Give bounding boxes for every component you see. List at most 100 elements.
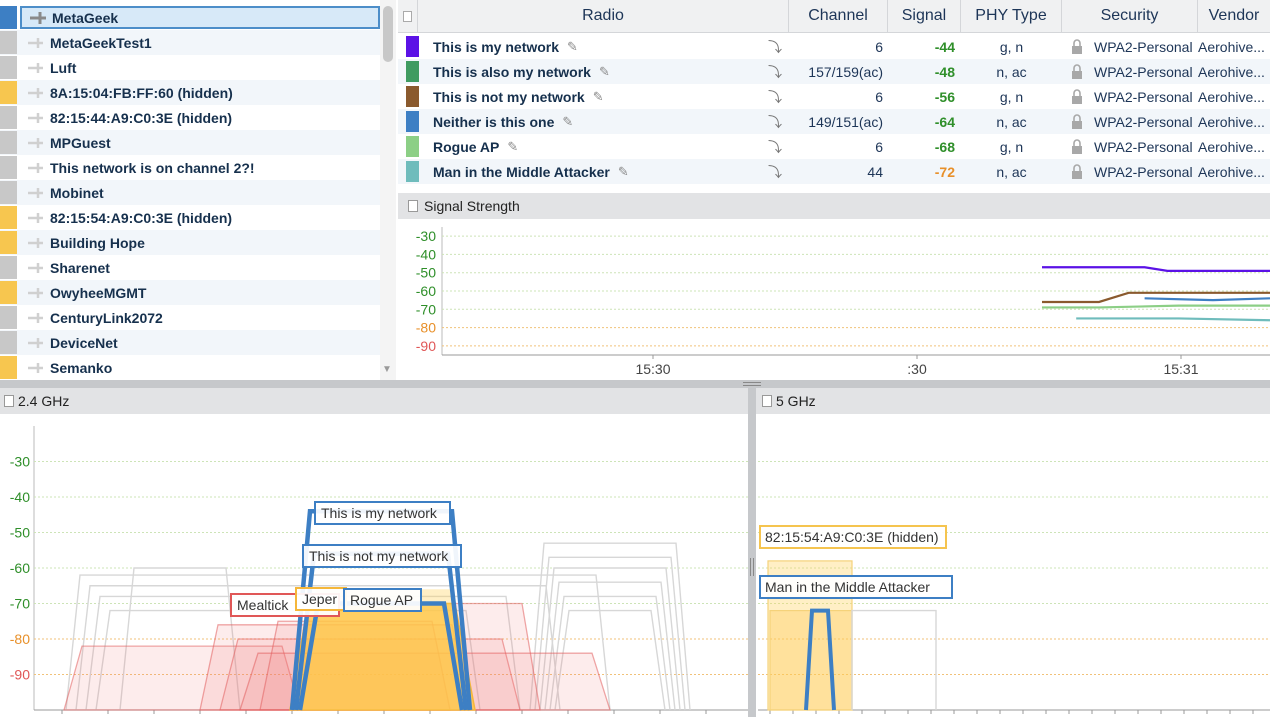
radio-color-swatch[interactable] (406, 86, 419, 107)
radio-color-swatch[interactable] (406, 61, 419, 82)
ssid-list-item[interactable]: Luft (0, 55, 380, 80)
radio-color-swatch[interactable] (406, 161, 419, 182)
radio-color-swatch[interactable] (406, 136, 419, 157)
table-row[interactable]: This is not my network ✎ ⤵ 6 -56 g, n WPA2-Per… (398, 84, 1270, 109)
y-tick-label: -60 (416, 283, 436, 299)
sort-arrow-icon[interactable]: ⤵ (768, 159, 782, 184)
ssid-list-scrollbar[interactable]: ▼ (380, 0, 396, 380)
pencil-icon[interactable]: ✎ (618, 164, 629, 180)
lock-icon (1070, 59, 1084, 84)
table-row[interactable]: Rogue AP ✎ ⤵ 6 -68 g, n WPA2-Personal Aerohive.… (398, 134, 1270, 159)
ssid-color-swatch[interactable] (0, 31, 17, 54)
radio-color-swatch[interactable] (406, 111, 419, 132)
horizontal-splitter[interactable] (0, 380, 1270, 388)
pin-icon[interactable] (20, 306, 50, 329)
pin-icon[interactable] (20, 56, 50, 79)
ssid-color-swatch[interactable] (0, 231, 17, 254)
pin-icon[interactable] (20, 331, 50, 354)
ssid-color-swatch[interactable] (0, 206, 17, 229)
pencil-icon[interactable]: ✎ (507, 139, 518, 155)
sort-arrow-icon[interactable]: ⤵ (768, 34, 782, 59)
ssid-list-item[interactable]: Sharenet (0, 255, 380, 280)
column-header-channel[interactable]: Channel (789, 0, 888, 33)
table-row[interactable]: Man in the Middle Attacker ✎ ⤵ 44 -72 n, ac WP… (398, 159, 1270, 184)
ssid-color-swatch[interactable] (0, 106, 17, 129)
radio-name-cell[interactable]: This is also my network ✎ (433, 59, 610, 84)
pin-icon[interactable] (20, 231, 50, 254)
ssid-color-swatch[interactable] (0, 356, 17, 379)
pencil-icon[interactable]: ✎ (562, 114, 573, 130)
vendor-cell: Aerohive... (1198, 38, 1265, 55)
label-mealtick: Mealtick (237, 597, 289, 613)
security-cell: WPA2-Personal (1094, 163, 1193, 180)
column-header-vendor[interactable]: Vendor (1198, 0, 1270, 33)
ssid-name: MPGuest (50, 134, 111, 151)
pin-icon[interactable] (20, 81, 50, 104)
ssid-list-item[interactable]: CenturyLink2072 (0, 305, 380, 330)
table-row[interactable]: This is my network ✎ ⤵ 6 -44 g, n WPA2-Persona… (398, 34, 1270, 59)
sort-arrow-icon[interactable]: ⤵ (768, 134, 782, 159)
pin-icon[interactable] (20, 256, 50, 279)
sort-arrow-icon[interactable]: ⤵ (768, 59, 782, 84)
pin-icon[interactable] (20, 281, 50, 304)
ssid-color-swatch[interactable] (0, 6, 17, 29)
ssid-color-swatch[interactable] (0, 181, 17, 204)
ssid-list-item[interactable]: Mobinet (0, 180, 380, 205)
radio-name-cell[interactable]: Neither is this one ✎ (433, 109, 573, 134)
radio-name-cell[interactable]: Man in the Middle Attacker ✎ (433, 159, 629, 184)
radio-name-cell[interactable]: Rogue AP ✎ (433, 134, 518, 159)
radio-name: This is my network (433, 38, 560, 55)
ssid-list-item[interactable]: 82:15:54:A9:C0:3E (hidden) (0, 205, 380, 230)
column-header-signal[interactable]: Signal (888, 0, 961, 33)
vertical-splitter[interactable] (748, 388, 756, 717)
sort-arrow-icon[interactable]: ⤵ (768, 84, 782, 109)
table-options-header[interactable] (398, 0, 418, 33)
pin-icon[interactable] (20, 31, 50, 54)
signal-cell: -56 (934, 88, 955, 105)
radio-name-cell[interactable]: This is not my network ✎ (433, 84, 604, 109)
ssid-color-swatch[interactable] (0, 156, 17, 179)
ssid-list-item[interactable]: OwyheeMGMT (0, 280, 380, 305)
scroll-down-icon[interactable]: ▼ (382, 364, 392, 375)
ssid-list-item[interactable]: This network is on channel 2?! (0, 155, 380, 180)
pencil-icon[interactable]: ✎ (599, 64, 610, 80)
ssid-color-swatch[interactable] (0, 81, 17, 104)
table-row[interactable]: This is also my network ✎ ⤵ 157/159(ac) -48 n… (398, 59, 1270, 84)
ssid-color-swatch[interactable] (0, 331, 17, 354)
y-tick-label: -50 (416, 265, 436, 281)
ssid-list-item[interactable]: Building Hope (0, 230, 380, 255)
pin-icon[interactable] (20, 156, 50, 179)
ssid-list-item[interactable]: MetaGeek (0, 5, 380, 30)
pin-icon[interactable] (20, 131, 50, 154)
ssid-color-swatch[interactable] (0, 256, 17, 279)
pencil-icon[interactable]: ✎ (593, 89, 604, 105)
ssid-list-item[interactable]: Semanko (0, 355, 380, 380)
radio-color-swatch[interactable] (406, 36, 419, 57)
ssid-color-swatch[interactable] (0, 56, 17, 79)
ssid-color-swatch[interactable] (0, 281, 17, 304)
ssid-color-swatch[interactable] (0, 131, 17, 154)
table-row[interactable]: Neither is this one ✎ ⤵ 149/151(ac) -64 n, ac… (398, 109, 1270, 134)
ssid-list-item[interactable]: DeviceNet (0, 330, 380, 355)
radio-name-cell[interactable]: This is my network ✎ (433, 34, 578, 59)
ssid-list-item[interactable]: 82:15:44:A9:C0:3E (hidden) (0, 105, 380, 130)
channel-cell: 6 (875, 88, 883, 105)
ssid-list[interactable]: MetaGeek MetaGeekTest1 Luft 8A:15:04:FB:FF:… (0, 0, 396, 380)
pencil-icon[interactable]: ✎ (567, 39, 578, 55)
sort-arrow-icon[interactable]: ⤵ (768, 109, 782, 134)
ssid-list-item[interactable]: 8A:15:04:FB:FF:60 (hidden) (0, 80, 380, 105)
pin-icon[interactable] (20, 106, 50, 129)
ssid-list-item[interactable]: MPGuest (0, 130, 380, 155)
pin-icon[interactable] (22, 6, 52, 29)
signal-series-line (1144, 297, 1270, 302)
column-header-security[interactable]: Security (1062, 0, 1198, 33)
ssid-color-swatch[interactable] (0, 306, 17, 329)
column-header-radio[interactable]: Radio (418, 0, 789, 33)
ssid-list-item[interactable]: MetaGeekTest1 (0, 30, 380, 55)
pin-icon[interactable] (20, 181, 50, 204)
scrollbar-thumb[interactable] (383, 6, 393, 62)
column-header-phy-type[interactable]: PHY Type (961, 0, 1062, 33)
pin-icon[interactable] (20, 356, 50, 379)
channel-cell: 6 (875, 38, 883, 55)
pin-icon[interactable] (20, 206, 50, 229)
